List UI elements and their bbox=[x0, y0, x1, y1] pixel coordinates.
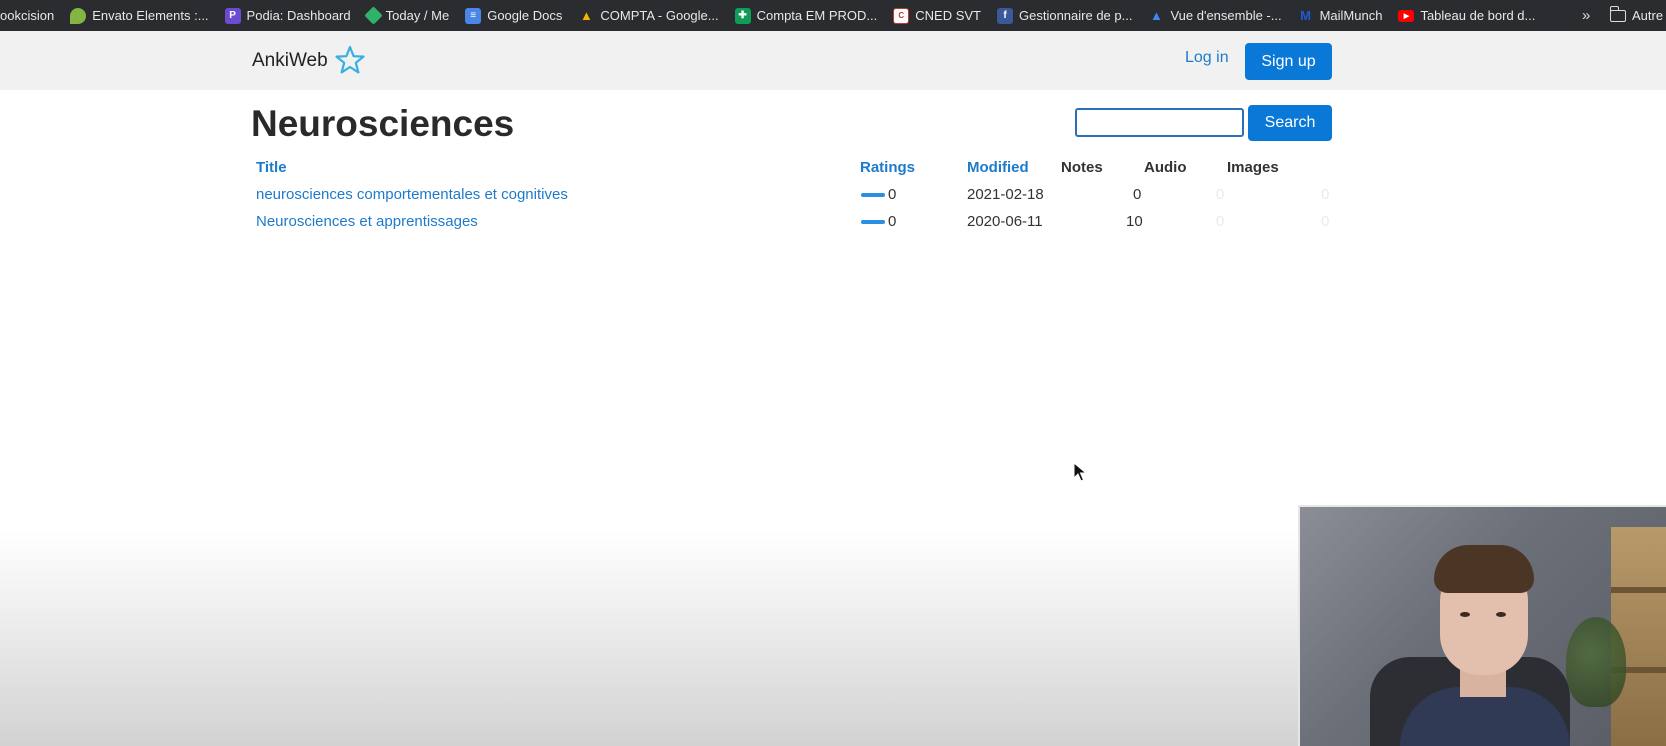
facebook-icon: f bbox=[997, 7, 1013, 24]
cned-icon: C bbox=[893, 7, 910, 24]
bookmark-compta-em-prod[interactable]: ✚ Compta EM PROD... bbox=[727, 0, 886, 31]
bookmark-today[interactable]: Today / Me bbox=[359, 0, 458, 31]
login-link[interactable]: Log in bbox=[1185, 49, 1229, 67]
today-icon bbox=[363, 6, 383, 25]
brand-logo[interactable]: AnkiWeb bbox=[252, 45, 366, 77]
column-header-ratings[interactable]: Ratings bbox=[860, 159, 915, 176]
images-count: 0 bbox=[1321, 186, 1330, 203]
google-drive-icon: ▲ bbox=[579, 8, 593, 23]
rating-bar bbox=[861, 220, 885, 224]
notes-count: 10 bbox=[1126, 213, 1143, 230]
youtube-icon: ▶ bbox=[1398, 9, 1415, 22]
plant bbox=[1566, 617, 1626, 707]
images-count: 0 bbox=[1321, 213, 1330, 230]
audio-count: 0 bbox=[1216, 213, 1225, 230]
bookmark-envato[interactable]: Envato Elements :... bbox=[62, 0, 216, 31]
bookmark-vue-ensemble[interactable]: ▲ Vue d'ensemble -... bbox=[1140, 0, 1289, 31]
bookmark-label: Gestionnaire de p... bbox=[1019, 8, 1133, 23]
column-header-images: Images bbox=[1227, 159, 1279, 176]
bookmark-label: CNED SVT bbox=[915, 8, 981, 23]
column-header-title[interactable]: Title bbox=[256, 159, 287, 176]
audio-count: 0 bbox=[1216, 186, 1225, 203]
rating-bar bbox=[861, 193, 885, 197]
presenter-eye bbox=[1496, 612, 1506, 617]
column-header-audio: Audio bbox=[1144, 159, 1187, 176]
rating-value: 0 bbox=[888, 213, 897, 230]
bookmark-label: Podia: Dashboard bbox=[246, 8, 351, 23]
modified-date: 2020-06-11 bbox=[967, 213, 1043, 230]
folder-icon bbox=[1609, 5, 1626, 22]
bookmark-label: Compta EM PROD... bbox=[756, 8, 878, 23]
google-ads-icon: ▲ bbox=[1150, 8, 1163, 23]
bookmark-label: Vue d'ensemble -... bbox=[1170, 8, 1282, 23]
bookmark-label: MailMunch bbox=[1319, 8, 1383, 23]
bookmark-gestionnaire[interactable]: f Gestionnaire de p... bbox=[989, 0, 1140, 31]
google-docs-icon: ≡ bbox=[465, 7, 482, 24]
presenter-hair bbox=[1434, 545, 1534, 593]
envato-leaf-icon bbox=[70, 7, 87, 24]
deck-title-link[interactable]: Neurosciences et apprentissages bbox=[256, 213, 478, 230]
bookmark-tableau-de-bord[interactable]: ▶ Tableau de bord d... bbox=[1390, 0, 1543, 31]
webcam-overlay bbox=[1298, 505, 1666, 746]
bookmarks-bar: ookcision Envato Elements :... P Podia: … bbox=[0, 0, 1666, 31]
bookmark-label: COMPTA - Google... bbox=[600, 8, 719, 23]
search-button[interactable]: Search bbox=[1248, 105, 1332, 141]
other-bookmarks-label: Autre bbox=[1632, 8, 1664, 23]
bookmark-label: Today / Me bbox=[385, 8, 450, 23]
bookmark-podia[interactable]: P Podia: Dashboard bbox=[217, 0, 359, 31]
deck-title-link[interactable]: neurosciences comportementales et cognit… bbox=[256, 186, 568, 203]
bookmark-compta-google[interactable]: ▲ COMPTA - Google... bbox=[570, 0, 726, 31]
notes-count: 0 bbox=[1133, 186, 1142, 203]
bookmark-ookcision[interactable]: ookcision bbox=[0, 0, 62, 31]
mouse-cursor-icon bbox=[1073, 462, 1087, 482]
page-title: Neurosciences bbox=[251, 103, 515, 144]
column-header-notes: Notes bbox=[1061, 159, 1103, 176]
site-header: AnkiWeb Log in Sign up bbox=[0, 31, 1666, 90]
signup-button[interactable]: Sign up bbox=[1245, 43, 1332, 80]
presenter-eye bbox=[1460, 612, 1470, 617]
podia-icon: P bbox=[224, 7, 241, 24]
bookmark-label: Tableau de bord d... bbox=[1420, 8, 1536, 23]
bookmarks-more-button[interactable]: » bbox=[1582, 0, 1590, 31]
other-bookmarks-folder[interactable]: Autre bbox=[1609, 0, 1664, 31]
bookmark-label: Google Docs bbox=[487, 8, 563, 23]
modified-date: 2021-02-18 bbox=[967, 186, 1044, 203]
bookmark-label: Envato Elements :... bbox=[92, 8, 209, 23]
brand-name: AnkiWeb bbox=[252, 50, 328, 71]
search-input[interactable] bbox=[1075, 108, 1244, 137]
google-sheets-icon: ✚ bbox=[734, 7, 751, 24]
rating-value: 0 bbox=[888, 186, 897, 203]
bookmark-cned-svt[interactable]: C CNED SVT bbox=[885, 0, 989, 31]
mailmunch-icon: M bbox=[1300, 8, 1312, 23]
bookmark-google-docs[interactable]: ≡ Google Docs bbox=[457, 0, 570, 31]
bookmark-label: ookcision bbox=[0, 8, 55, 23]
column-header-modified[interactable]: Modified bbox=[967, 159, 1029, 176]
anki-star-icon bbox=[335, 45, 365, 74]
bookmark-mailmunch[interactable]: M MailMunch bbox=[1290, 0, 1391, 31]
